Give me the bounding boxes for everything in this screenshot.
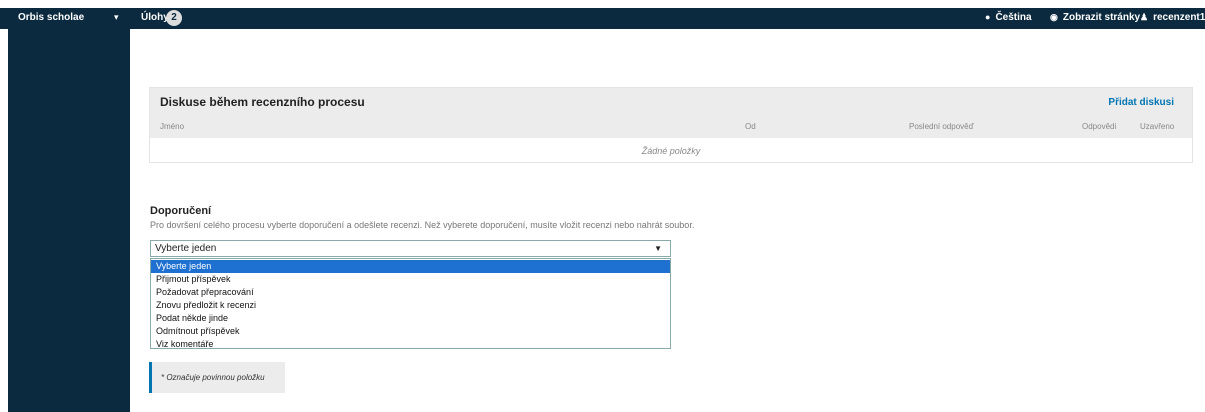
language-switcher[interactable]: ● Čeština xyxy=(985,12,1032,23)
option-select-one[interactable]: Vyberte jeden xyxy=(151,260,670,273)
option-resubmit-for-review[interactable]: Znovu předložit k recenzi xyxy=(151,299,670,312)
discussion-panel: Diskuse během recenzního procesu Přidat … xyxy=(149,87,1193,163)
discussion-panel-header: Diskuse během recenzního procesu Přidat … xyxy=(150,88,1192,138)
dropdown-arrow-icon: ▼ xyxy=(654,244,662,253)
view-site-label: Zobrazit stránky xyxy=(1062,12,1141,23)
column-header-closed: Uzavřeno xyxy=(1140,122,1175,131)
sidebar xyxy=(8,29,130,412)
eye-icon: ◉ xyxy=(1050,12,1058,22)
user-menu[interactable]: ♟ recenzent1 xyxy=(1140,12,1205,23)
language-label: Čeština xyxy=(995,12,1032,23)
user-icon: ♟ xyxy=(1140,12,1149,22)
option-request-revisions[interactable]: Požadovat přepracování xyxy=(151,286,670,299)
top-navigation-bar: Orbis scholae ▾ Úlohy 2 ● Čeština ◉ Zobraz… xyxy=(0,8,1205,29)
option-decline[interactable]: Odmítnout příspěvek xyxy=(151,325,670,338)
tasks-link[interactable]: Úlohy xyxy=(141,12,169,23)
empty-table-message: Žádné položky xyxy=(641,146,701,156)
user-name: recenzent1 xyxy=(1153,12,1205,23)
add-discussion-button[interactable]: Přidat diskusi xyxy=(1108,97,1174,108)
recommendation-description: Pro dovršení celého procesu vyberte dopo… xyxy=(150,220,695,230)
site-name[interactable]: Orbis scholae xyxy=(18,12,84,23)
option-see-comments[interactable]: Viz komentáře xyxy=(151,338,670,351)
recommendation-title: Doporučení xyxy=(150,205,212,217)
column-header-replies: Odpovědi xyxy=(1082,122,1117,131)
recommendation-select-value: Vyberte jeden xyxy=(155,243,217,254)
option-submit-elsewhere[interactable]: Podat někde jinde xyxy=(151,312,670,325)
column-header-from: Od xyxy=(745,122,756,131)
recommendation-options-list[interactable]: Vyberte jeden Přijmout příspěvek Požadov… xyxy=(150,258,671,349)
required-field-note: * Označuje povinnou položku xyxy=(149,362,285,393)
discussion-title: Diskuse během recenzního procesu xyxy=(160,95,365,109)
chevron-down-icon[interactable]: ▾ xyxy=(114,12,119,23)
view-site-link[interactable]: ◉ Zobrazit stránky xyxy=(1050,12,1140,23)
recommendation-select[interactable]: Vyberte jeden ▼ xyxy=(150,240,671,257)
column-header-last-reply: Poslední odpověď xyxy=(909,122,974,131)
tasks-count-badge[interactable]: 2 xyxy=(166,10,182,26)
column-header-name: Jméno xyxy=(160,122,185,131)
option-accept[interactable]: Přijmout příspěvek xyxy=(151,273,670,286)
globe-icon: ● xyxy=(985,12,991,22)
